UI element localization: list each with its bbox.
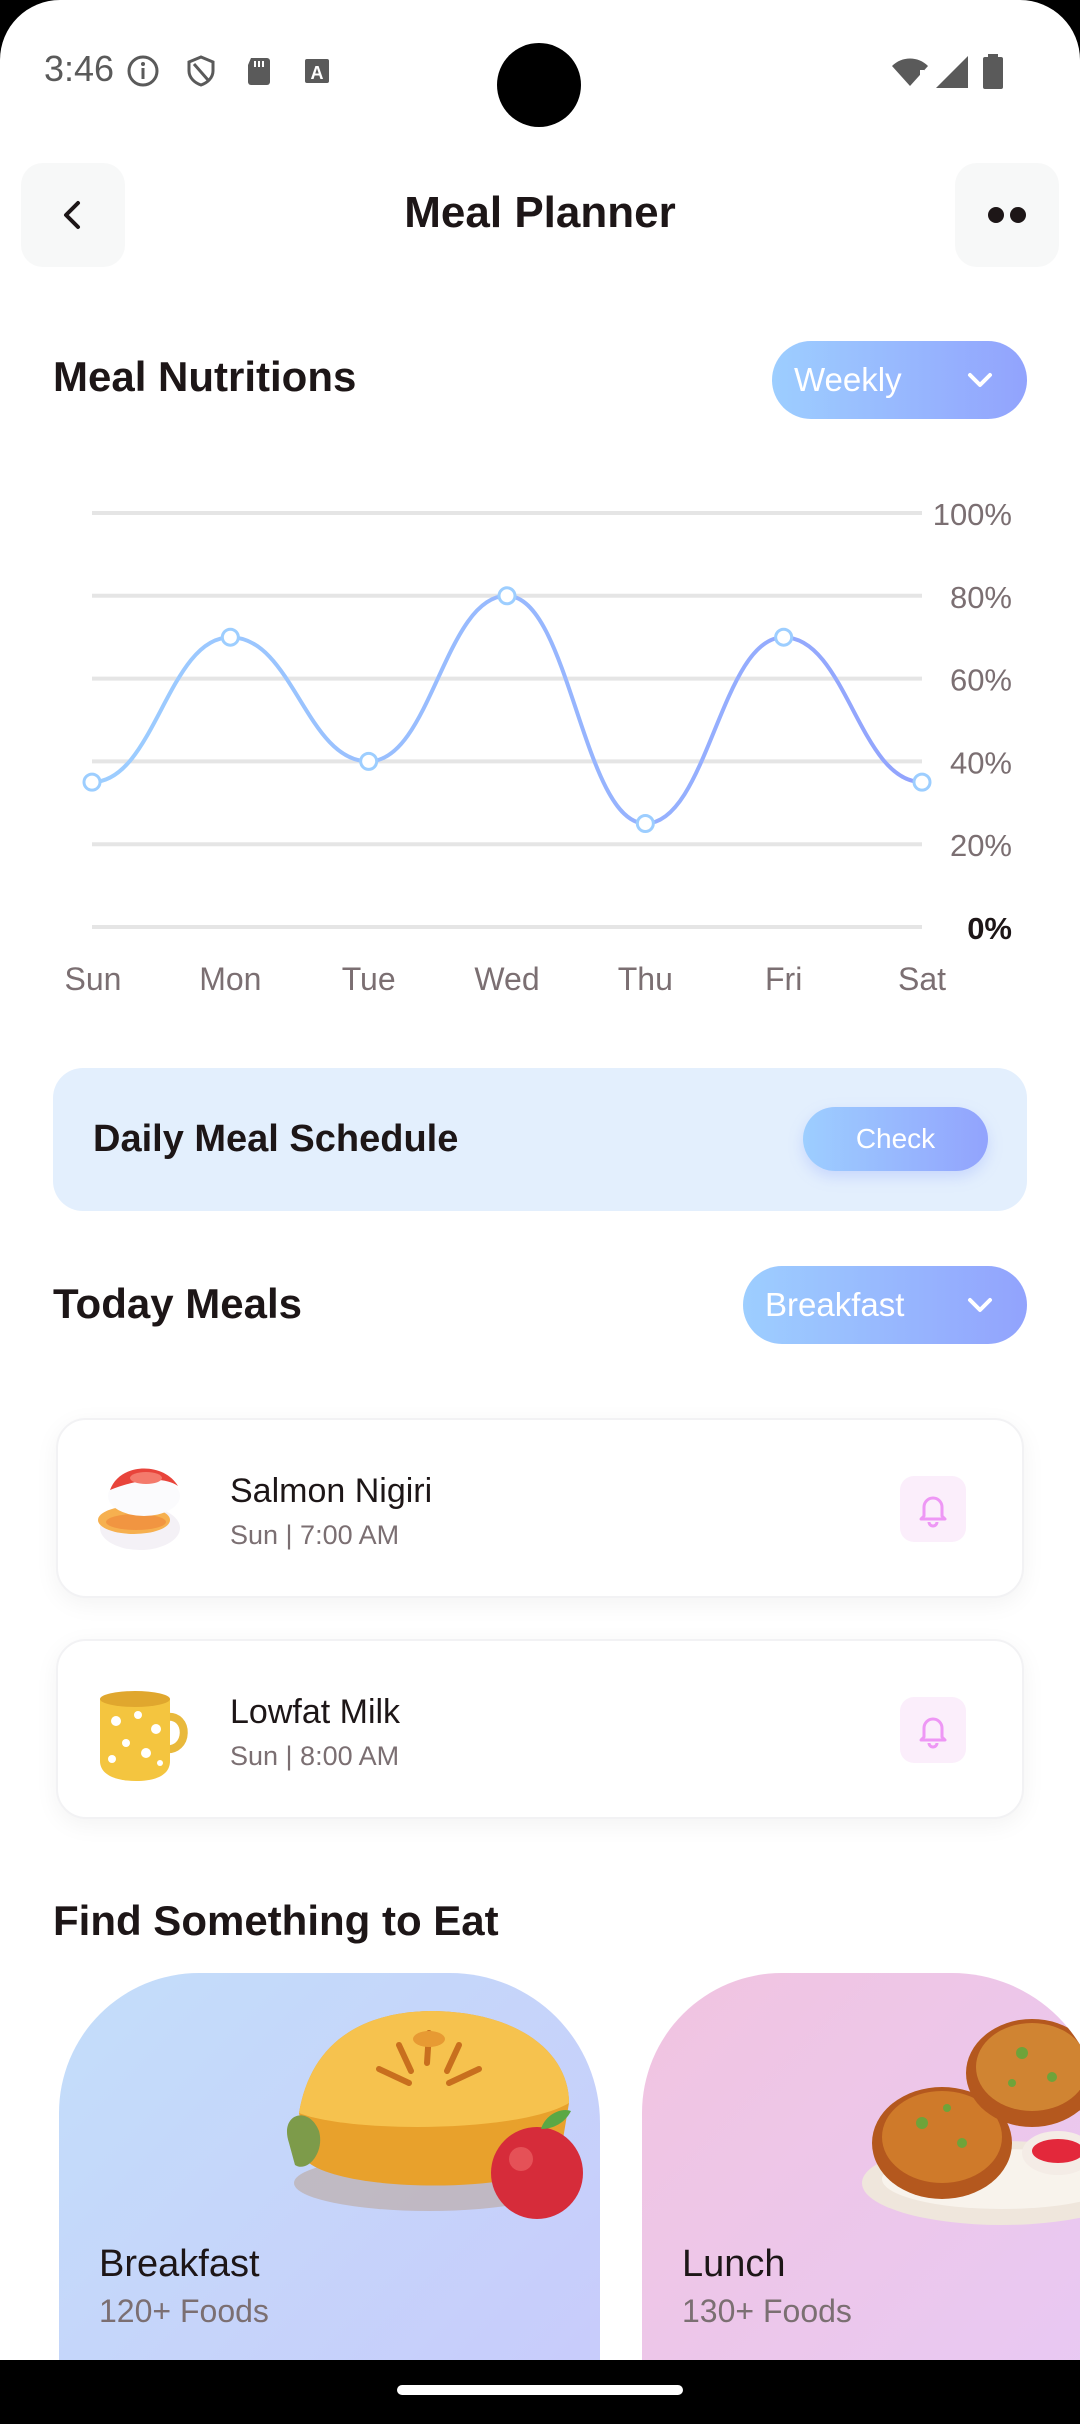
- chart-series-line: [91, 593, 923, 826]
- chart-ytick-label: 60%: [950, 663, 1012, 698]
- nutrition-line-chart: 0% 20% 40% 60% 80% 100% Sun Mon Tue Wed Thu Fri Sat: [65, 497, 1012, 997]
- info-icon: [127, 55, 159, 87]
- chart-xtick-label: Wed: [474, 961, 539, 997]
- camera-cutout: [497, 43, 581, 127]
- shield-icon: [187, 55, 215, 87]
- salmon-nigiri-image: [98, 1468, 180, 1550]
- chart-ytick-label: 0%: [967, 911, 1012, 946]
- chart-xtick-label: Tue: [342, 961, 396, 997]
- chart-xtick-label: Sun: [65, 961, 122, 997]
- find-title: Find Something to Eat: [53, 1897, 499, 1944]
- chart-xtick-label: Mon: [199, 961, 261, 997]
- chart-point-sat[interactable]: [912, 772, 932, 792]
- find-card-name: Lunch: [682, 2243, 786, 2285]
- chart-point-fri[interactable]: [774, 627, 794, 647]
- meal-time: Sun | 8:00 AM: [230, 1741, 400, 1771]
- status-time: 3:46: [44, 48, 115, 89]
- pie-image: [286, 2011, 583, 2219]
- status-bar: 3:46 A: [0, 0, 1080, 140]
- screen: 3:46 A Meal Planner Meal Nutritions Week…: [0, 0, 1080, 2360]
- chart-point-wed[interactable]: [497, 586, 517, 606]
- chart-ytick-label: 40%: [950, 745, 1012, 780]
- signal-icon: [936, 56, 968, 88]
- font-a-icon: A: [305, 59, 329, 83]
- bell-icon: [919, 1496, 947, 1528]
- fried-patties-image: [862, 2019, 1080, 2225]
- chart-point-tue[interactable]: [359, 751, 379, 771]
- meal-name: Lowfat Milk: [230, 1693, 401, 1731]
- home-indicator[interactable]: [397, 2385, 683, 2395]
- meal-reminder-button[interactable]: [900, 1697, 966, 1763]
- meal-time: Sun | 7:00 AM: [230, 1520, 400, 1550]
- meal-type-select-value: Breakfast: [765, 1286, 905, 1323]
- find-card-count: 130+ Foods: [682, 2293, 852, 2329]
- meal-reminder-button[interactable]: [900, 1476, 966, 1542]
- chart-xtick-label: Sat: [898, 961, 946, 997]
- more-options-button[interactable]: [955, 163, 1059, 267]
- chart-ytick-label: 20%: [950, 828, 1012, 863]
- battery-icon: [983, 54, 1003, 89]
- find-card-name: Breakfast: [99, 2243, 260, 2285]
- chart-point-mon[interactable]: [220, 627, 240, 647]
- chevron-down-icon: [968, 373, 992, 387]
- meal-item-lowfat-milk[interactable]: Lowfat Milk Sun | 8:00 AM: [56, 1639, 1024, 1819]
- period-select[interactable]: Weekly: [772, 341, 1027, 419]
- period-select-value: Weekly: [794, 361, 902, 398]
- chart-xtick-label: Fri: [765, 961, 802, 997]
- sd-card-icon: [248, 58, 270, 85]
- chevron-down-icon: [968, 1298, 992, 1312]
- chart-point-sun[interactable]: [82, 772, 102, 792]
- nutrition-title: Meal Nutritions: [53, 353, 357, 400]
- chart-ytick-label: 80%: [950, 580, 1012, 615]
- bell-icon: [919, 1717, 947, 1749]
- page-title: Meal Planner: [404, 188, 676, 237]
- chart-ytick-label: 100%: [933, 497, 1012, 532]
- daily-schedule-label: Daily Meal Schedule: [93, 1118, 459, 1160]
- milk-cup-image: [100, 1691, 188, 1781]
- more-dots-icon: [988, 207, 1026, 223]
- find-card-count: 120+ Foods: [99, 2293, 269, 2329]
- meal-type-select[interactable]: Breakfast: [743, 1266, 1027, 1344]
- today-meals-title: Today Meals: [53, 1280, 302, 1327]
- wifi-icon: [892, 58, 928, 87]
- check-schedule-button[interactable]: Check: [803, 1107, 988, 1171]
- find-card-lunch[interactable]: Lunch 130+ Foods: [642, 1973, 1080, 2360]
- svg-text:A: A: [311, 63, 324, 83]
- meal-item-salmon-nigiri[interactable]: Salmon Nigiri Sun | 7:00 AM: [56, 1418, 1024, 1598]
- chart-point-thu[interactable]: [635, 814, 655, 833]
- chart-xtick-label: Thu: [618, 961, 673, 997]
- find-card-breakfast[interactable]: Breakfast 120+ Foods: [59, 1973, 600, 2360]
- meal-name: Salmon Nigiri: [230, 1472, 433, 1510]
